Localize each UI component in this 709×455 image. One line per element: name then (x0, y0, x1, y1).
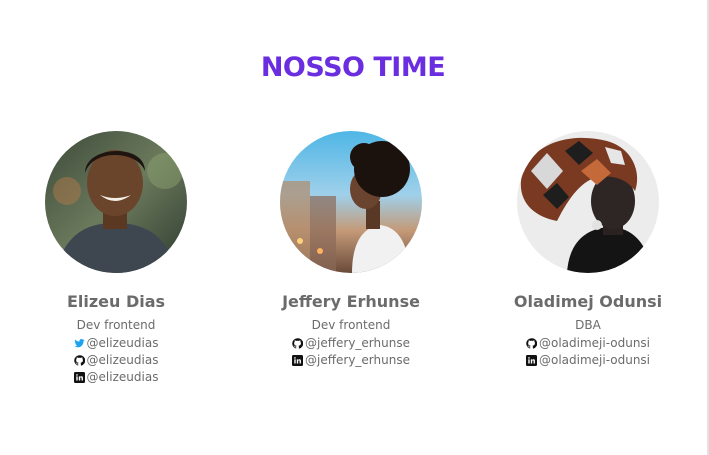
linkedin-icon (525, 354, 537, 366)
member-role: Dev frontend (76, 318, 156, 332)
team-member-card: Elizeu Dias Dev frontend @elizeudias @el… (16, 131, 216, 384)
social-handle: @oladimeji-odunsi (538, 336, 651, 350)
social-link-github[interactable]: @jeffery_erhunse (292, 336, 410, 350)
team-member-card: Oladimej Odunsi DBA @oladimeji-odunsi @o… (488, 131, 688, 367)
member-name: Elizeu Dias (66, 292, 166, 311)
member-role: Dev frontend (311, 318, 391, 332)
social-link-linkedin[interactable]: @elizeudias (73, 370, 159, 384)
social-handle: @oladimeji-odunsi (538, 353, 651, 367)
social-handle: @elizeudias (86, 370, 159, 384)
twitter-icon (74, 338, 85, 347)
member-role: DBA (575, 318, 601, 332)
social-handle: @elizeudias (86, 353, 159, 367)
linkedin-icon (73, 371, 85, 383)
member-photo (45, 131, 187, 273)
member-name: Oladimej Odunsi (513, 292, 663, 311)
social-handle: @jeffery_erhunse (305, 336, 410, 350)
social-handle: @elizeudias (86, 336, 159, 350)
github-icon (292, 337, 304, 349)
github-icon (73, 354, 85, 366)
member-name: Jeffery Erhunse (282, 292, 420, 311)
social-link-linkedin[interactable]: @jeffery_erhunse (292, 353, 410, 367)
linkedin-icon (292, 354, 304, 366)
team-member-card: Jeffery Erhunse Dev frontend @jeffery_er… (251, 131, 451, 367)
social-link-github[interactable]: @oladimeji-odunsi (526, 336, 650, 350)
social-link-linkedin[interactable]: @oladimeji-odunsi (525, 353, 651, 367)
member-photo (517, 131, 659, 273)
social-handle: @jeffery_erhunse (305, 353, 410, 367)
member-photo (280, 131, 422, 273)
github-icon (526, 337, 537, 349)
section-title: NOSSO TIME (260, 52, 446, 83)
social-link-github[interactable]: @elizeudias (73, 353, 159, 367)
social-link-twitter[interactable]: @elizeudias (74, 336, 159, 350)
